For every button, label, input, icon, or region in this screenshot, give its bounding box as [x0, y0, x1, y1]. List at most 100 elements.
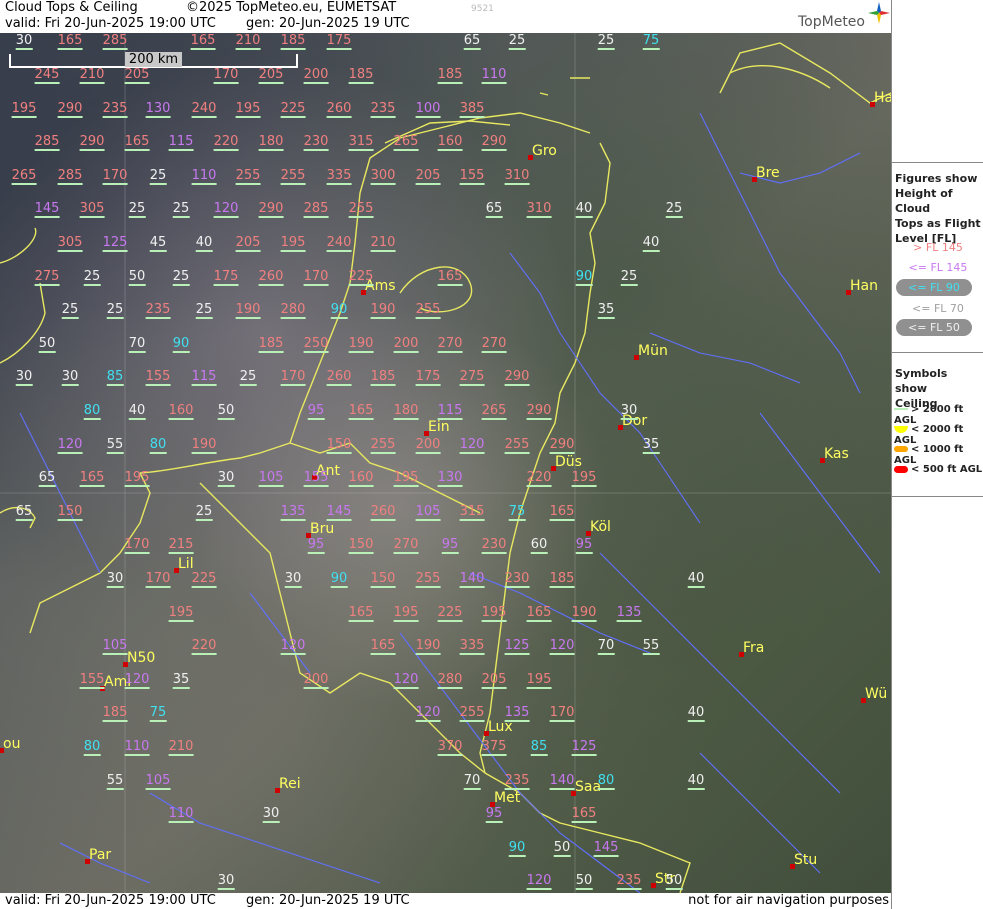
cloud-top-text: 205: [124, 67, 150, 82]
city-label: Par: [85, 847, 111, 864]
ceiling-symbol-icon: [235, 116, 261, 118]
cloud-top-value: 50: [665, 874, 683, 890]
cloud-top-value: 200: [303, 68, 329, 84]
cloud-top-value: 165: [526, 606, 552, 622]
legend-divider: [892, 496, 983, 497]
cloud-top-value: 40: [195, 236, 213, 252]
cloud-top-value: 255: [459, 706, 485, 722]
valid-time: valid: Fri 20-Jun-2025 19:00 UTC: [5, 16, 216, 31]
cloud-top-text: 30: [262, 806, 280, 821]
cloud-top-text: 255: [504, 437, 530, 452]
cloud-top-value: 190: [348, 337, 374, 353]
ceiling-symbol-icon: [102, 116, 128, 118]
cloud-top-text: 175: [213, 269, 239, 284]
cloud-top-text: 75: [508, 504, 526, 519]
cloud-top-value: 195: [393, 606, 419, 622]
ceiling-symbol-icon: [459, 183, 485, 185]
cloud-top-text: 25: [665, 201, 683, 216]
ceiling-symbol-icon: [284, 586, 302, 588]
cloud-top-text: 120: [213, 201, 239, 216]
cloud-top-text: 165: [571, 806, 597, 821]
topmeteo-logo[interactable]: TopMeteo: [798, 14, 865, 30]
cloud-top-value: 170: [213, 68, 239, 84]
ceiling-symbol-icon: [235, 317, 261, 319]
cloud-top-text: 260: [326, 101, 352, 116]
cloud-top-value: 165: [348, 606, 374, 622]
legend-level-2: <= FL 145: [908, 261, 968, 274]
ceiling-symbol-icon: [124, 754, 150, 756]
cloud-top-text: 25: [195, 302, 213, 317]
ceiling-symbol-icon: [508, 519, 526, 521]
cloud-top-text: 25: [508, 33, 526, 48]
cloud-top-value: 190: [571, 606, 597, 622]
cloud-top-value: 195: [571, 471, 597, 487]
cloud-top-text: 170: [124, 537, 150, 552]
cloud-top-text: 270: [437, 336, 463, 351]
cloud-top-text: 225: [348, 269, 374, 284]
cloud-top-text: 105: [145, 773, 171, 788]
cloud-top-text: 25: [128, 201, 146, 216]
ceiling-symbol-icon: [191, 586, 217, 588]
ceiling-symbol-icon: [481, 754, 507, 756]
cloud-top-value: 285: [57, 169, 83, 185]
cloud-top-value: 245: [34, 68, 60, 84]
cloud-top-value: 95: [307, 538, 325, 554]
cloud-top-text: 195: [280, 235, 306, 250]
cloud-top-value: 230: [481, 537, 507, 554]
cloud-top-text: 230: [481, 537, 507, 552]
cloud-top-value: 145: [326, 505, 352, 521]
ceiling-symbol-icon: [575, 216, 593, 218]
cloud-top-value: 200: [303, 673, 329, 689]
cloud-top-value: 210: [235, 34, 261, 50]
cloud-top-text: 110: [191, 168, 217, 183]
cloud-top-text: 150: [370, 571, 396, 586]
cloud-top-text: 65: [485, 201, 503, 216]
cloud-top-value: 25: [172, 202, 190, 218]
ceiling-symbol-icon: [459, 720, 485, 722]
ceiling-symbol-icon: [575, 284, 593, 286]
cloud-top-text: 90: [330, 571, 348, 586]
city-label: Ein: [424, 419, 450, 436]
cloud-top-text: 310: [504, 168, 530, 183]
satellite-map[interactable]: 200 km Gro Bre Ha Han Ams Mün Dor Ein Kas Ant Düs B…: [0, 33, 891, 893]
cloud-top-value: 120: [393, 673, 419, 689]
cloud-top-value: 140: [549, 773, 575, 790]
cloud-top-value: 250: [303, 337, 329, 353]
ceiling-symbol-icon: [642, 653, 660, 655]
cloud-top-value: 130: [145, 102, 171, 118]
city-marker-icon: [618, 425, 623, 430]
city-name: Lil: [178, 556, 194, 572]
city-marker-icon: [634, 355, 639, 360]
ceiling-symbol-icon: [393, 351, 419, 353]
cloud-top-text: 195: [393, 470, 419, 485]
cloud-top-text: 25: [149, 168, 167, 183]
cloud-top-value: 225: [437, 606, 463, 622]
cloud-top-text: 90: [172, 336, 190, 351]
city-marker-icon: [846, 290, 851, 295]
ceiling-symbol-icon: [83, 754, 101, 756]
city-marker-icon: [586, 531, 591, 536]
cloud-top-text: 95: [485, 806, 503, 821]
cloud-top-value: 30: [106, 572, 124, 588]
cloud-top-value: 160: [168, 404, 194, 420]
city-marker-icon: [123, 662, 128, 667]
cloud-top-text: 45: [149, 235, 167, 250]
cloud-top-text: 290: [526, 403, 552, 418]
ceiling-symbol-icon: [481, 687, 507, 689]
cloud-top-text: 275: [459, 369, 485, 384]
cloud-top-value: 30: [262, 806, 280, 823]
ceiling-symbol-icon: [168, 754, 194, 756]
city-label: Lil: [174, 556, 194, 573]
cloud-top-value: 200: [393, 337, 419, 353]
cloud-top-value: 155: [303, 471, 329, 487]
cloud-top-value: 165: [437, 270, 463, 286]
ceiling-symbol-icon: [370, 586, 396, 588]
cloud-top-value: 25: [83, 270, 101, 286]
ceiling-symbol-icon: [102, 653, 128, 655]
cloud-top-value: 270: [437, 336, 463, 353]
cloud-top-value: 75: [508, 504, 526, 521]
city-label: Rei: [275, 776, 301, 793]
cloud-top-value: 50: [128, 270, 146, 286]
ceiling-symbol-icon: [481, 552, 507, 554]
cloud-top-text: 140: [549, 773, 575, 788]
